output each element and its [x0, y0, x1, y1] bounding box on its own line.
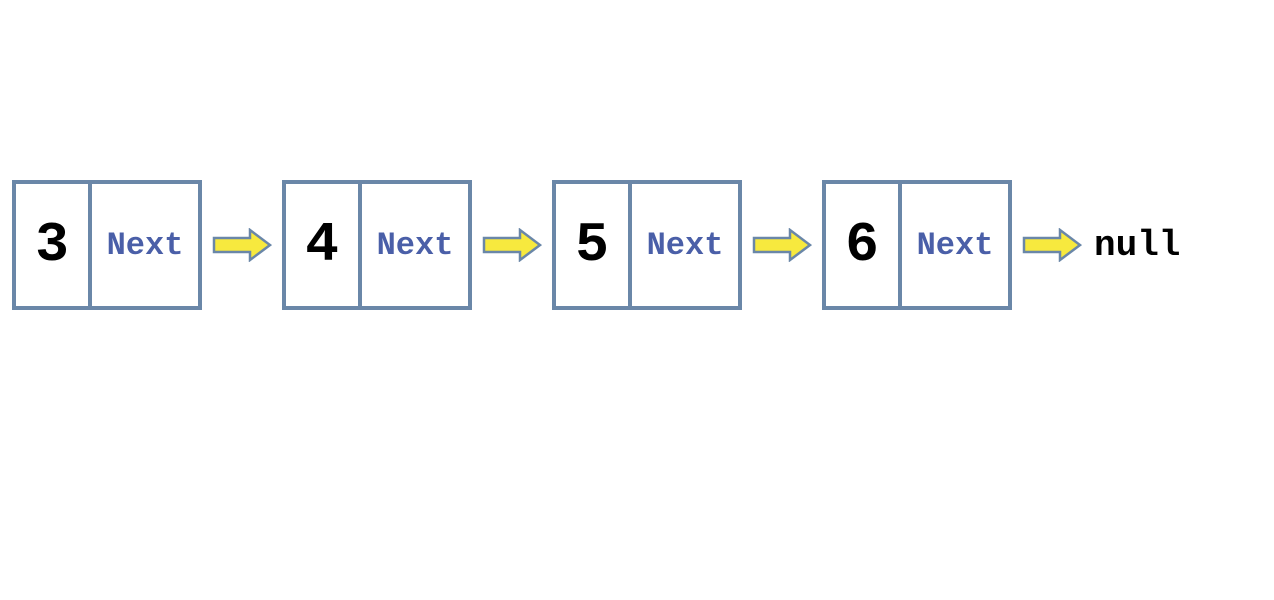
node-next-label: Next: [107, 227, 184, 264]
arrow-right-icon: [482, 228, 542, 262]
node-next-cell: Next: [92, 180, 202, 310]
node-next-cell: Next: [902, 180, 1012, 310]
linked-list-diagram: 3 Next 4 Next 5 Next: [12, 180, 1180, 310]
node-value: 5: [575, 213, 609, 277]
node-value-cell: 3: [12, 180, 92, 310]
list-node: 6 Next: [822, 180, 1012, 310]
node-next-cell: Next: [362, 180, 472, 310]
node-value-cell: 5: [552, 180, 632, 310]
node-next-label: Next: [917, 227, 994, 264]
node-next-label: Next: [377, 227, 454, 264]
node-next-cell: Next: [632, 180, 742, 310]
list-node: 5 Next: [552, 180, 742, 310]
node-next-label: Next: [647, 227, 724, 264]
arrow-right-icon: [752, 228, 812, 262]
list-node: 3 Next: [12, 180, 202, 310]
node-value: 6: [845, 213, 879, 277]
arrow-right-icon: [1022, 228, 1082, 262]
node-value: 4: [305, 213, 339, 277]
node-value-cell: 4: [282, 180, 362, 310]
arrow-right-icon: [212, 228, 272, 262]
node-value-cell: 6: [822, 180, 902, 310]
node-value: 3: [35, 213, 69, 277]
list-node: 4 Next: [282, 180, 472, 310]
null-terminal: null: [1094, 225, 1180, 266]
